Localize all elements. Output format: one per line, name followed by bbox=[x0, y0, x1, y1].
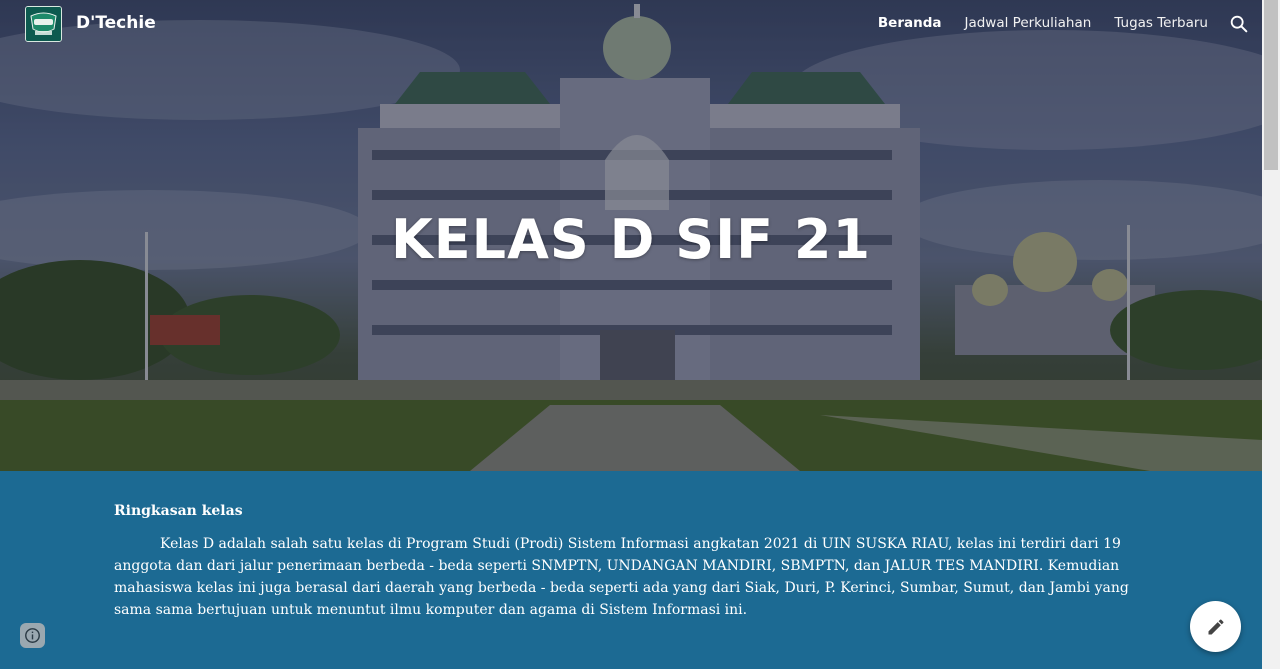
viewport: KELAS D SIF 21 D'Techie Beranda Jadwal P… bbox=[0, 0, 1262, 669]
site-title[interactable]: D'Techie bbox=[76, 13, 156, 33]
summary-section: Ringkasan kelas Kelas D adalah salah sat… bbox=[0, 471, 1262, 669]
nav-item-beranda[interactable]: Beranda bbox=[878, 15, 942, 31]
scrollbar-thumb[interactable] bbox=[1264, 0, 1278, 170]
summary-text: Kelas D adalah salah satu kelas di Progr… bbox=[114, 536, 1129, 618]
hero-title: KELAS D SIF 21 bbox=[390, 208, 872, 271]
page: KELAS D SIF 21 D'Techie Beranda Jadwal P… bbox=[0, 0, 1280, 669]
nav-item-jadwal-perkuliahan[interactable]: Jadwal Perkuliahan bbox=[964, 15, 1091, 31]
class-logo-icon[interactable] bbox=[25, 6, 62, 42]
nav-menu: Beranda Jadwal Perkuliahan Tugas Terbaru bbox=[878, 15, 1208, 31]
hero-banner: KELAS D SIF 21 bbox=[0, 0, 1262, 471]
search-icon[interactable] bbox=[1228, 13, 1250, 35]
top-navigation: D'Techie Beranda Jadwal Perkuliahan Tuga… bbox=[0, 0, 1262, 48]
nav-item-tugas-terbaru[interactable]: Tugas Terbaru bbox=[1114, 15, 1208, 31]
edit-button[interactable] bbox=[1190, 601, 1241, 652]
pencil-icon bbox=[1208, 618, 1224, 634]
vertical-scrollbar[interactable] bbox=[1262, 0, 1280, 669]
info-icon[interactable] bbox=[20, 623, 45, 648]
summary-heading: Ringkasan kelas bbox=[114, 503, 243, 519]
